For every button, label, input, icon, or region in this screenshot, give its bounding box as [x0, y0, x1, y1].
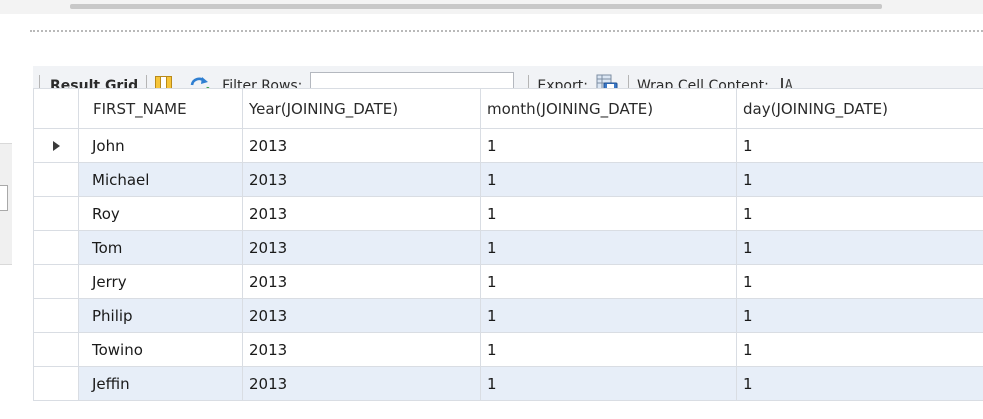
table-cell[interactable]: 1 — [480, 196, 737, 231]
table-cell[interactable]: 1 — [480, 128, 737, 163]
table-cell[interactable]: 2013 — [242, 332, 481, 367]
row-selector[interactable] — [33, 128, 79, 163]
table-row[interactable]: Towino 2013 1 1 — [33, 332, 983, 367]
column-header[interactable]: day(JOINING_DATE) — [736, 88, 983, 129]
table-cell[interactable]: 1 — [736, 128, 983, 163]
table-cell[interactable]: 1 — [480, 230, 737, 265]
row-selector[interactable] — [33, 162, 79, 197]
table-cell[interactable]: 1 — [480, 366, 737, 401]
header-row: FIRST_NAME Year(JOINING_DATE) month(JOIN… — [33, 88, 983, 129]
table-cell[interactable]: 1 — [736, 298, 983, 333]
horizontal-scrollbar[interactable] — [0, 0, 983, 14]
column-header[interactable]: FIRST_NAME — [78, 88, 243, 129]
table-cell[interactable]: 2013 — [242, 162, 481, 197]
table-cell[interactable]: 2013 — [242, 298, 481, 333]
table-cell[interactable]: Philip — [78, 298, 243, 333]
table-cell[interactable]: Towino — [78, 332, 243, 367]
column-header[interactable]: month(JOINING_DATE) — [480, 88, 737, 129]
row-selector[interactable] — [33, 298, 79, 333]
table-row[interactable]: Roy 2013 1 1 — [33, 196, 983, 231]
table-cell[interactable]: 1 — [736, 230, 983, 265]
table-cell[interactable]: 1 — [480, 264, 737, 299]
row-selector[interactable] — [33, 332, 79, 367]
panel-splitter[interactable] — [30, 30, 983, 32]
table-cell[interactable]: 2013 — [242, 264, 481, 299]
table-row[interactable]: Jerry 2013 1 1 — [33, 264, 983, 299]
table-cell[interactable]: 2013 — [242, 366, 481, 401]
row-selector[interactable] — [33, 366, 79, 401]
panel-collapse-handle[interactable] — [0, 185, 8, 211]
table-cell[interactable]: 1 — [736, 162, 983, 197]
result-grid-table: FIRST_NAME Year(JOINING_DATE) month(JOIN… — [33, 88, 983, 401]
table-row[interactable]: Michael 2013 1 1 — [33, 162, 983, 197]
table-cell[interactable]: Roy — [78, 196, 243, 231]
table-cell[interactable]: 1 — [480, 332, 737, 367]
row-selector-header[interactable] — [33, 88, 79, 129]
table-cell[interactable]: Michael — [78, 162, 243, 197]
table-cell[interactable]: 2013 — [242, 196, 481, 231]
table-cell[interactable]: 1 — [480, 162, 737, 197]
mysql-workbench-result-panel: Result Grid Filter Rows: Export: Wrap Ce… — [0, 0, 983, 419]
table-cell[interactable]: John — [78, 128, 243, 163]
table-cell[interactable]: 2013 — [242, 128, 481, 163]
table-row[interactable]: Jeffin 2013 1 1 — [33, 366, 983, 401]
table-row[interactable]: Tom 2013 1 1 — [33, 230, 983, 265]
row-selector[interactable] — [33, 196, 79, 231]
table-row[interactable]: Philip 2013 1 1 — [33, 298, 983, 333]
table-cell[interactable]: Jerry — [78, 264, 243, 299]
column-header[interactable]: Year(JOINING_DATE) — [242, 88, 481, 129]
row-selector[interactable] — [33, 264, 79, 299]
table-cell[interactable]: 1 — [480, 298, 737, 333]
table-cell[interactable]: Jeffin — [78, 366, 243, 401]
table-cell[interactable]: 2013 — [242, 230, 481, 265]
table-cell[interactable]: 1 — [736, 332, 983, 367]
table-cell[interactable]: 1 — [736, 264, 983, 299]
row-selector[interactable] — [33, 230, 79, 265]
current-row-arrow-icon — [52, 140, 60, 151]
table-cell[interactable]: Tom — [78, 230, 243, 265]
scrollbar-thumb[interactable] — [70, 4, 882, 9]
table-row[interactable]: John 2013 1 1 — [33, 128, 983, 163]
table-cell[interactable]: 1 — [736, 366, 983, 401]
table-cell[interactable]: 1 — [736, 196, 983, 231]
